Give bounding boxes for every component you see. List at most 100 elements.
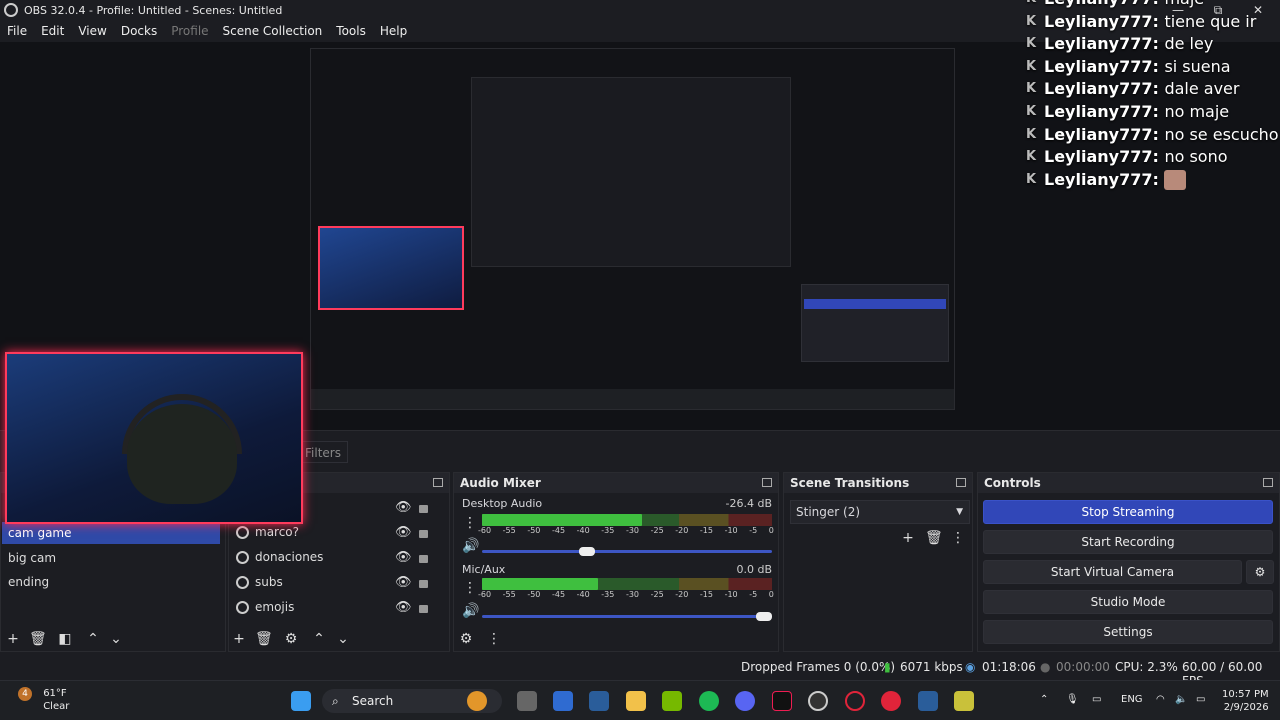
menu-view[interactable]: View [71, 24, 113, 38]
tick-label: -35 [601, 590, 615, 599]
move-down-icon[interactable]: ⌄ [108, 631, 124, 647]
spotify-icon[interactable] [699, 691, 719, 711]
capcut-icon[interactable] [881, 691, 901, 711]
menu-help[interactable]: Help [373, 24, 414, 38]
kick-icon: K [1026, 13, 1037, 29]
scene-item[interactable]: big cam [2, 547, 220, 569]
microphone-icon[interactable]: 🎙 [1066, 694, 1079, 705]
move-down-icon[interactable]: ⌄ [335, 631, 351, 647]
scene-item[interactable]: cam game [2, 522, 220, 544]
volume-slider[interactable] [482, 615, 772, 618]
tick-label: -50 [527, 526, 541, 535]
status-bar: Dropped Frames 0 (0.0%) ▮ 6071 kbps ◉ 01… [0, 655, 1280, 688]
discord-icon[interactable] [735, 691, 755, 711]
chat-message: no sono [1164, 147, 1228, 167]
volume-slider[interactable] [482, 550, 772, 553]
scene-filter-icon[interactable]: ◧ [57, 631, 73, 647]
battery-icon[interactable]: ▭ [1196, 694, 1205, 705]
undock-icon[interactable] [956, 478, 966, 487]
lock-icon[interactable] [419, 530, 428, 538]
tick-label: 0 [768, 590, 774, 599]
eye-icon[interactable]: 👁 [395, 500, 412, 515]
eye-icon[interactable]: 👁 [395, 600, 412, 615]
tick-label: -25 [650, 526, 664, 535]
lock-icon[interactable] [419, 505, 428, 513]
add-scene-icon[interactable]: + [5, 631, 21, 647]
windows-start-icon[interactable] [291, 691, 311, 711]
chevron-down-icon: ▼ [956, 507, 963, 517]
obs-taskbar-icon[interactable] [808, 691, 828, 711]
studio-mode-button[interactable]: Studio Mode [983, 590, 1273, 614]
volume-knob[interactable] [578, 547, 595, 556]
lock-icon[interactable] [419, 555, 428, 563]
tray-chevron-icon[interactable]: ⌃ [1040, 694, 1048, 705]
app-icon[interactable] [954, 691, 974, 711]
kick-icon: K [1026, 36, 1037, 52]
undock-icon[interactable] [762, 478, 772, 487]
opera-icon[interactable] [845, 691, 865, 711]
move-up-icon[interactable]: ⌃ [85, 631, 101, 647]
tick-label: 0 [768, 526, 774, 535]
folder-icon[interactable] [626, 691, 646, 711]
tick-label: -15 [699, 590, 713, 599]
chat-user: Leyliany777 [1044, 11, 1153, 31]
menu-profile[interactable]: Profile [164, 24, 215, 38]
virtual-camera-settings-icon[interactable]: ⚙ [1246, 560, 1274, 584]
mixer-settings-icon[interactable]: ⚙ [458, 631, 474, 647]
menu-edit[interactable]: Edit [34, 24, 71, 38]
volume-knob[interactable] [756, 612, 772, 621]
channel-menu-icon[interactable]: ⋮ [462, 515, 478, 531]
add-source-icon[interactable]: + [231, 631, 247, 647]
nvidia-icon[interactable] [662, 691, 682, 711]
emote-image [1164, 170, 1187, 191]
menu-scene-collection[interactable]: Scene Collection [216, 24, 330, 38]
stop-streaming-button[interactable]: Stop Streaming [983, 500, 1273, 524]
tick-label: -45 [551, 590, 566, 599]
speaker-icon[interactable]: 🔊 [462, 603, 479, 619]
menu-tools[interactable]: Tools [329, 24, 373, 38]
start-virtual-camera-button[interactable]: Start Virtual Camera [983, 560, 1242, 584]
steam-icon[interactable] [918, 691, 938, 711]
menu-docks[interactable]: Docks [114, 24, 164, 38]
remove-transition-icon[interactable]: 🗑 [925, 530, 943, 546]
task-view-icon[interactable] [517, 691, 537, 711]
settings-button[interactable]: Settings [983, 620, 1273, 644]
lock-icon[interactable] [419, 605, 428, 613]
transition-select[interactable]: Stinger (2) ▼ [790, 500, 970, 524]
steam-icon[interactable] [589, 691, 609, 711]
wifi-icon[interactable]: ◠ [1156, 694, 1165, 705]
undock-icon[interactable] [1263, 478, 1273, 487]
start-recording-button[interactable]: Start Recording [983, 530, 1273, 554]
store-icon[interactable] [553, 691, 573, 711]
eye-icon[interactable]: 👁 [395, 525, 412, 540]
menu-file[interactable]: File [0, 24, 34, 38]
filters-tab[interactable]: Filters [298, 441, 348, 463]
tick-label: -20 [675, 590, 689, 599]
webcam-source [5, 352, 303, 524]
remove-scene-icon[interactable]: 🗑 [29, 631, 47, 647]
source-settings-icon[interactable]: ⚙ [283, 631, 299, 647]
chat-message: no se escucho [1164, 124, 1279, 144]
weather-widget[interactable]: 4 61°F Clear [18, 687, 69, 713]
eye-icon[interactable]: 👁 [395, 575, 412, 590]
obs-logo-icon [4, 3, 18, 17]
move-up-icon[interactable]: ⌃ [311, 631, 327, 647]
speaker-icon[interactable]: 🔊 [462, 538, 479, 554]
eye-icon[interactable]: 👁 [395, 550, 412, 565]
kick-icon: K [1026, 0, 1038, 11]
channel-menu-icon[interactable]: ⋮ [462, 580, 478, 596]
mixer-menu-icon[interactable]: ⋮ [486, 631, 502, 647]
display-icon[interactable]: ▭ [1092, 694, 1101, 705]
tiktok-icon[interactable] [772, 691, 792, 711]
lock-icon[interactable] [419, 580, 428, 588]
nested-preview-inner [471, 77, 791, 267]
volume-icon[interactable]: 🔈 [1175, 694, 1187, 705]
scene-item[interactable]: ending [2, 571, 220, 593]
transition-menu-icon[interactable]: ⋮ [950, 530, 966, 546]
undock-icon[interactable] [433, 478, 443, 487]
language-indicator[interactable]: ENG [1121, 694, 1143, 705]
signal-icon: ▮ [884, 660, 891, 674]
add-transition-icon[interactable]: + [900, 530, 916, 546]
remove-source-icon[interactable]: 🗑 [255, 631, 273, 647]
clock[interactable]: 10:57 PM 2/9/2026 [1222, 688, 1269, 714]
